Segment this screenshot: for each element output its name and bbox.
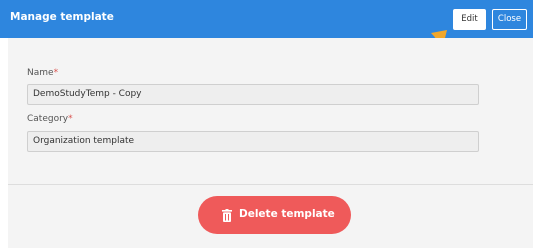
required-marker: * — [53, 68, 59, 78]
name-label: Name* — [27, 68, 58, 78]
modal-title: Manage template — [10, 11, 114, 23]
trash-icon — [222, 209, 232, 222]
form-body: Name* DemoStudyTemp - Copy Category* Org… — [8, 38, 533, 184]
close-button[interactable]: Close — [492, 9, 527, 30]
category-label: Category* — [27, 114, 73, 124]
delete-template-button[interactable]: Delete template — [198, 196, 351, 234]
category-field[interactable]: Organization template — [27, 131, 479, 152]
required-marker: * — [68, 114, 73, 124]
name-label-text: Name — [27, 68, 54, 78]
category-label-text: Category — [27, 114, 69, 124]
name-field[interactable]: DemoStudyTemp - Copy — [27, 84, 479, 105]
modal-header: Manage template Edit Close — [0, 0, 533, 38]
edit-button[interactable]: Edit — [453, 9, 486, 30]
delete-template-label: Delete template — [239, 208, 335, 220]
